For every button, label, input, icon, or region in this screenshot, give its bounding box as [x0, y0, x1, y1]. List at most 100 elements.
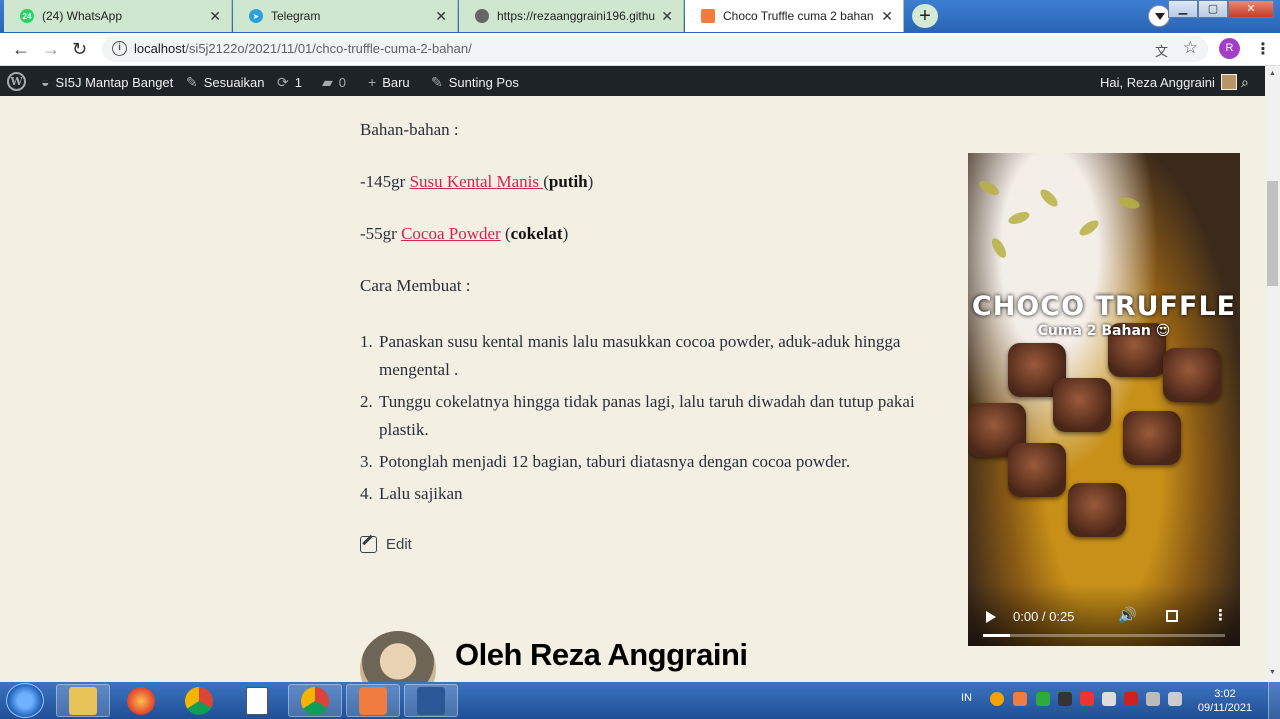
globe-icon — [475, 9, 489, 23]
word-taskbar-button[interactable] — [404, 684, 458, 717]
forward-arrow-icon[interactable]: → — [42, 39, 60, 60]
close-tab-icon[interactable]: ✕ — [209, 8, 221, 25]
tab-telegram[interactable]: ➤ Telegram ✕ — [233, 0, 458, 32]
user-avatar — [1220, 74, 1237, 90]
scroll-down-arrow-icon[interactable]: ▼ — [1269, 669, 1276, 676]
flag-tray-icon[interactable] — [1102, 692, 1116, 706]
whatsapp-icon: 24 — [20, 9, 34, 23]
close-tab-icon[interactable]: ✕ — [881, 8, 893, 25]
page-scrollbar[interactable]: ▲ ▼ — [1265, 66, 1280, 682]
bookmark-star-icon[interactable]: ☆ — [1183, 38, 1198, 58]
explorer-taskbar-button[interactable] — [56, 684, 110, 717]
video-progress-fill — [983, 634, 1010, 637]
comments-link[interactable]: ▰ 0 — [322, 74, 346, 91]
window-controls: ▁ ▢ ✕ — [1168, 0, 1274, 18]
close-window-button[interactable]: ✕ — [1228, 0, 1274, 18]
cocoa-powder-link[interactable]: Cocoa Powder — [401, 224, 501, 243]
play-icon[interactable] — [986, 611, 996, 623]
tab-search-icon[interactable] — [1148, 5, 1170, 27]
paren: ( — [500, 224, 511, 243]
leaf-decoration — [1077, 217, 1101, 239]
minimize-button[interactable]: ▁ — [1168, 0, 1198, 18]
scroll-up-arrow-icon[interactable]: ▲ — [1269, 70, 1276, 77]
site-name-link[interactable]: ◒ SI5J Mantap Banget — [41, 74, 173, 90]
truffle-image — [1123, 411, 1181, 465]
step-text: Potonglah menjadi 12 bagian, taburi diat… — [379, 452, 851, 471]
step-number: 3. — [360, 452, 373, 471]
dashboard-icon: ◒ — [41, 74, 50, 90]
steps-list: 1. Panaskan susu kental manis lalu masukk… — [360, 328, 915, 512]
search-icon[interactable]: ⌕ — [1241, 74, 1255, 91]
reload-icon[interactable]: ↻ — [72, 39, 87, 60]
browser-tabstrip: 24 (24) WhatsApp ✕ ➤ Telegram ✕ https://… — [0, 0, 1280, 33]
more-options-icon[interactable]: ⋮ — [1213, 606, 1228, 624]
menu-kebab-icon[interactable]: ⋮ — [1255, 39, 1271, 59]
close-tab-icon[interactable]: ✕ — [435, 8, 447, 25]
profile-avatar[interactable]: R — [1219, 38, 1240, 59]
start-button[interactable] — [6, 683, 44, 718]
customize-link[interactable]: ✎ Sesuaikan — [186, 74, 264, 91]
maximize-button[interactable]: ▢ — [1198, 0, 1228, 18]
volume-icon[interactable]: 🔊 — [1118, 606, 1137, 624]
truffle-image — [1008, 443, 1066, 497]
clock-date: 09/11/2021 — [1197, 702, 1253, 714]
step-text: Panaskan susu kental manis lalu masukkan… — [379, 332, 901, 379]
url-text[interactable]: localhost/si5j2122o/2021/11/01/chco-truf… — [134, 41, 472, 56]
tab-choco-truffle[interactable]: Choco Truffle cuma 2 bahan – SI5 ✕ — [685, 0, 904, 32]
step-text: Tunggu cokelatnya hingga tidak panas lag… — [379, 392, 915, 439]
tab-title: (24) WhatsApp — [42, 9, 123, 23]
wordpress-logo-icon[interactable]: W — [7, 72, 26, 91]
fullscreen-icon[interactable] — [1166, 610, 1178, 622]
updates-link[interactable]: ⟳ 1 — [277, 74, 302, 91]
tab-title: https://rezaanggraini196.github.i — [497, 9, 656, 23]
chrome-profile-taskbar-button[interactable] — [288, 684, 342, 717]
translate-icon[interactable]: 文 — [1155, 41, 1168, 60]
clock-time: 3:02 — [1214, 688, 1236, 700]
ingredient-note: putih — [548, 172, 588, 191]
address-bar[interactable]: i localhost/si5j2122o/2021/11/01/chco-tr… — [102, 36, 1208, 62]
telegram-icon: ➤ — [249, 9, 263, 23]
volume-tray-icon[interactable] — [1168, 692, 1182, 706]
edit-link[interactable]: Edit — [360, 536, 412, 553]
network-signal-icon[interactable] — [1146, 692, 1160, 706]
folder-icon — [69, 686, 97, 715]
firefox-taskbar-button[interactable] — [114, 684, 168, 717]
notepad-taskbar-button[interactable] — [230, 684, 284, 717]
susu-kental-manis-link[interactable]: Susu Kental Manis — [410, 172, 544, 191]
device-tray-icon[interactable] — [1058, 692, 1072, 706]
edit-post-link[interactable]: ✎ Sunting Pos — [431, 74, 519, 91]
leaf-decoration — [1006, 209, 1032, 227]
tab-title: Telegram — [271, 9, 321, 23]
close-tab-icon[interactable]: ✕ — [661, 8, 673, 25]
warning-tray-icon[interactable] — [1080, 692, 1094, 706]
notepad-icon — [246, 686, 268, 715]
search-tray-icon[interactable] — [990, 692, 1004, 706]
windows-taskbar: IN 3:02 09/11/2021 — [0, 682, 1280, 719]
back-arrow-icon[interactable]: ← — [12, 39, 30, 60]
xampp-taskbar-button[interactable] — [346, 684, 400, 717]
video-progress-bar[interactable] — [983, 634, 1225, 637]
security-tray-icon[interactable] — [1124, 692, 1138, 706]
show-desktop-button[interactable] — [1268, 682, 1280, 719]
info-icon[interactable]: i — [112, 41, 127, 56]
language-indicator[interactable]: IN — [961, 692, 972, 704]
video-player[interactable]: CHOCO TRUFFLE Cuma 2 Bahan 😍 0:00 / 0:25… — [968, 153, 1240, 646]
scrollbar-thumb[interactable] — [1267, 181, 1278, 286]
leaf-decoration — [989, 235, 1009, 261]
new-tab-button[interactable]: + — [912, 4, 938, 28]
greeting: Hai, Reza Anggraini — [1100, 74, 1215, 90]
xampp-icon — [701, 9, 715, 23]
customize-label: Sesuaikan — [203, 75, 265, 90]
tab-github[interactable]: https://rezaanggraini196.github.i ✕ — [459, 0, 684, 32]
tab-whatsapp[interactable]: 24 (24) WhatsApp ✕ — [4, 0, 232, 32]
drive-tray-icon[interactable] — [1036, 692, 1050, 706]
my-account-link[interactable]: Hai, Reza Anggraini — [1100, 74, 1237, 90]
truffle-image — [1163, 348, 1221, 402]
ingredient-2: -55gr Cocoa Powder (cokelat) — [360, 224, 568, 244]
list-item: 1. Panaskan susu kental manis lalu masukk… — [360, 328, 915, 384]
xampp-tray-icon[interactable] — [1013, 692, 1027, 706]
chrome-taskbar-button[interactable] — [172, 684, 226, 717]
new-content-link[interactable]: + Baru — [368, 74, 410, 90]
browser-toolbar: ← → ↻ i localhost/si5j2122o/2021/11/01/c… — [0, 33, 1280, 66]
taskbar-clock[interactable]: 3:02 09/11/2021 — [1190, 687, 1260, 715]
